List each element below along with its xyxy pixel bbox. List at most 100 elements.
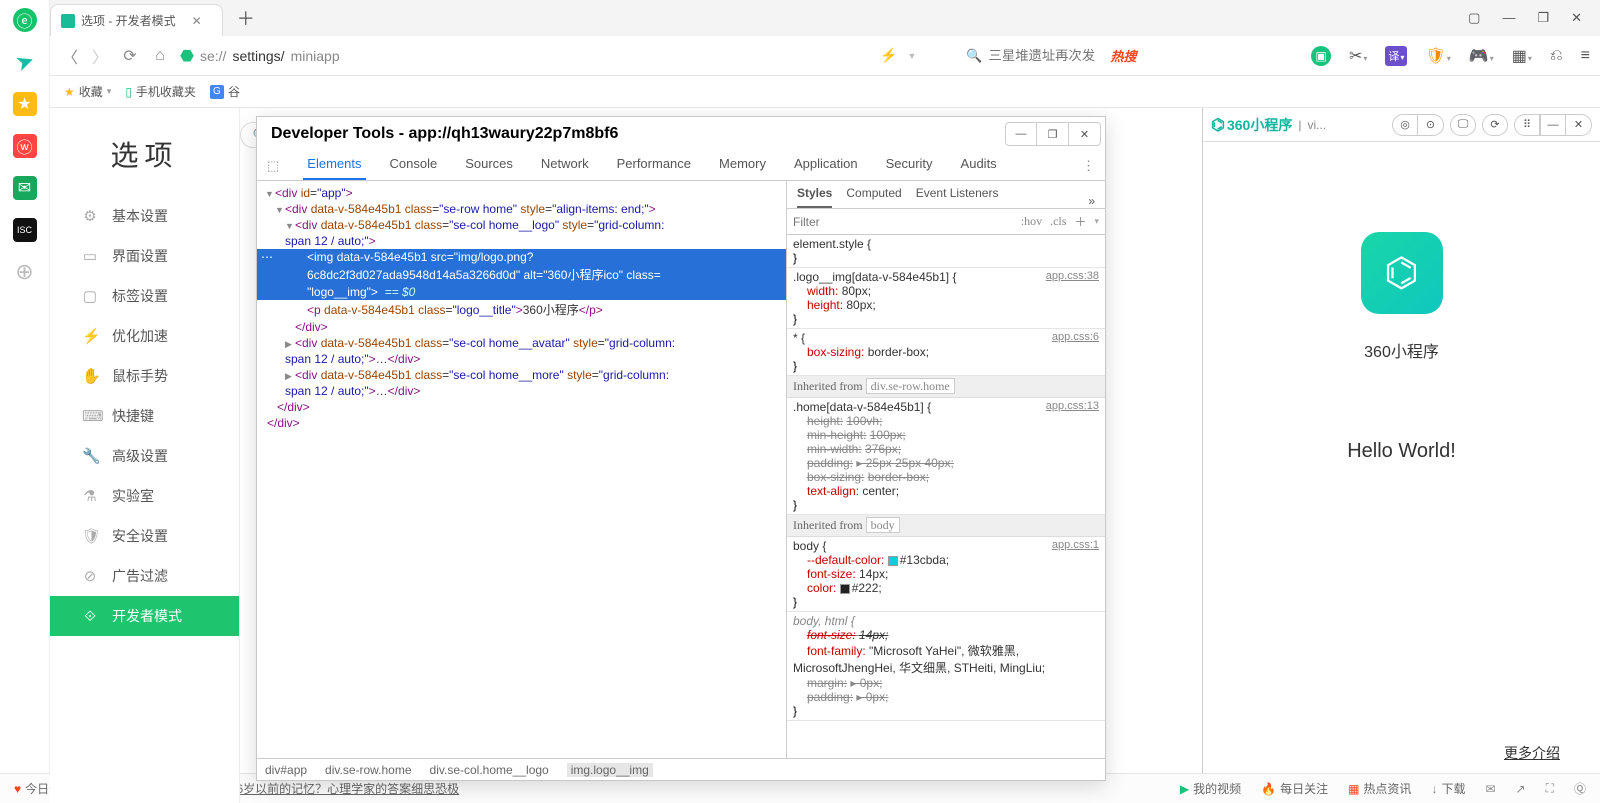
window-minimize-icon[interactable]: — [1502,10,1515,26]
devtools-more-icon[interactable]: ⋮ [1072,158,1105,180]
status-item[interactable]: 🔥每日关注 [1261,780,1328,797]
new-tab-button[interactable]: ＋ [237,5,255,31]
reload-button[interactable]: ⟳ [120,46,140,66]
source-link[interactable]: app.css:38 [1046,270,1099,282]
bookmark-google[interactable]: G谷 [210,83,240,100]
miniapp-target-icon[interactable]: ⊙ [1418,114,1444,136]
sidebar-item-icon: ▭ [82,247,98,265]
devtools-close-icon[interactable]: ✕ [1069,122,1101,146]
sidebar-item[interactable]: ⊘广告过滤 [50,556,239,596]
styles-tab[interactable]: Styles [797,186,832,208]
styles-filter-input[interactable] [793,215,1013,229]
search-input[interactable] [989,48,1099,63]
miniapp-device-icon[interactable]: 🖵 [1450,114,1476,136]
game-icon[interactable]: 🎮▾ [1469,46,1494,66]
add-rule-icon[interactable]: ＋ [1074,213,1086,230]
devtools-tab[interactable]: Memory [715,156,770,180]
caret-down-icon[interactable]: ▼ [907,51,916,61]
mail-icon[interactable]: ✉ [13,176,37,200]
home-button[interactable]: ⌂ [150,47,170,65]
back-button[interactable]: 〈 [60,44,80,68]
bookmark-mobile[interactable]: ▯手机收藏夹 [125,83,196,100]
breadcrumb-item[interactable]: div.se-row.home [325,763,411,777]
sidebar-item[interactable]: 🔧高级设置 [50,436,239,476]
scissors-icon[interactable]: ✂▾ [1349,46,1367,66]
sidebar-item-label: 快捷键 [112,406,154,426]
devtools-tab[interactable]: Elements [303,156,365,180]
devtools-tab[interactable]: Audits [957,156,1001,180]
sidebar-item[interactable]: ⚙基本设置 [50,196,239,236]
sidebar-item[interactable]: ✋鼠标手势 [50,356,239,396]
url-mid: settings/ [232,48,284,64]
window-close-icon[interactable]: ✕ [1571,10,1582,26]
weibo-icon[interactable]: ⓦ [13,134,37,158]
devtools-minimize-icon[interactable]: — [1005,122,1037,146]
sidebar-item[interactable]: ⚡优化加速 [50,316,239,356]
source-link[interactable]: app.css:13 [1046,400,1099,412]
miniapp-more-link[interactable]: 更多介绍 [1504,743,1560,763]
event-listeners-tab[interactable]: Event Listeners [916,186,999,208]
sidebar-item[interactable]: ⚗实验室 [50,476,239,516]
source-link[interactable]: app.css:1 [1052,539,1099,551]
devtools-tab[interactable]: Console [386,156,442,180]
hot-search-label[interactable]: 热搜 [1111,46,1137,65]
source-link[interactable]: app.css:6 [1052,331,1099,343]
sidebar-item[interactable]: ⌨快捷键 [50,396,239,436]
status-item[interactable]: ▦热点资讯 [1348,780,1411,797]
status-item[interactable]: ↗ [1516,780,1526,797]
computed-tab[interactable]: Computed [846,186,901,208]
status-item[interactable]: ↓下载 [1431,780,1465,797]
css-rules[interactable]: element.style {}app.css:38.logo__img[dat… [787,235,1105,758]
devtools-tab[interactable]: Sources [461,156,517,180]
miniapp-reload-icon[interactable]: ⟳ [1482,114,1508,136]
forward-button: 〉 [90,44,110,68]
window-extension-icon[interactable]: ▢ [1468,10,1480,26]
menu-icon[interactable]: ≡ [1581,47,1590,65]
window-maximize-icon[interactable]: ❐ [1537,10,1549,26]
dom-tree[interactable]: <div id="app"> <div data-v-584e45b1 clas… [257,181,787,758]
sidebar-item[interactable]: ⟐开发者模式 [50,596,239,636]
status-item[interactable]: ✉ [1485,780,1495,797]
grid-icon[interactable]: ▦▾ [1512,46,1532,66]
url-field[interactable]: ⬣ se://settings/miniapp [180,46,870,66]
browser-tab[interactable]: 选项 - 开发者模式 ✕ [50,4,223,36]
breadcrumb-item[interactable]: img.logo__img [567,763,653,777]
devtools-tab[interactable]: Security [882,156,937,180]
status-item[interactable]: Ⓠ [1574,780,1586,797]
bookmark-favorites[interactable]: ★收藏▾ [64,83,111,100]
miniapp-close-icon[interactable]: ✕ [1566,114,1592,136]
cls-toggle[interactable]: .cls [1050,214,1066,229]
devtools-maximize-icon[interactable]: ❐ [1037,122,1069,146]
miniapp-minimize-icon[interactable]: — [1540,114,1566,136]
fast-icon[interactable]: ⚡ [880,47,897,64]
status-item[interactable]: ⛶ [1546,780,1554,797]
search-field[interactable]: 🔍 热搜 [966,46,1136,65]
breadcrumb-item[interactable]: div.se-col.home__logo [430,763,549,777]
browser-logo-icon[interactable]: ⓔ [13,8,37,32]
shield2-icon[interactable]: 🛡▾ [1425,46,1450,66]
overflow-icon[interactable]: » [1088,194,1095,208]
miniapp-compass-icon[interactable]: ◎ [1392,114,1418,136]
extension-icon[interactable]: ⊕ [13,260,37,284]
star-icon[interactable]: ★ [13,92,37,116]
sidebar-item[interactable]: ▭界面设置 [50,236,239,276]
devtools-tab[interactable]: Network [537,156,593,180]
dom-breadcrumb[interactable]: div#app div.se-row.home div.se-col.home_… [257,758,1105,780]
sidebar-item[interactable]: ▢标签设置 [50,276,239,316]
devtools-tab[interactable]: Application [790,156,862,180]
miniapp-controls: ◎⊙ 🖵 ⟳ ⠿—✕ [1392,114,1592,136]
status-item[interactable]: ▶我的视频 [1180,780,1241,797]
devtools-tab[interactable]: Performance [613,156,695,180]
left-icon-rail: ⓔ ➤ ★ ⓦ ✉ ISC ⊕ [0,0,50,803]
wallet-icon[interactable]: ▣ [1311,46,1331,66]
breadcrumb-item[interactable]: div#app [265,763,307,777]
translate-icon[interactable]: 译▾ [1385,46,1407,66]
sidebar-item[interactable]: 🛡安全设置 [50,516,239,556]
close-icon[interactable]: ✕ [192,14,202,28]
miniapp-more-icon[interactable]: ⠿ [1514,114,1540,136]
element-picker-icon[interactable]: ⬚ [263,158,283,180]
restore-icon[interactable]: ⎌ [1550,47,1563,65]
hov-toggle[interactable]: :hov [1021,214,1042,229]
isc-icon[interactable]: ISC [13,218,37,242]
send-icon[interactable]: ➤ [9,47,40,78]
